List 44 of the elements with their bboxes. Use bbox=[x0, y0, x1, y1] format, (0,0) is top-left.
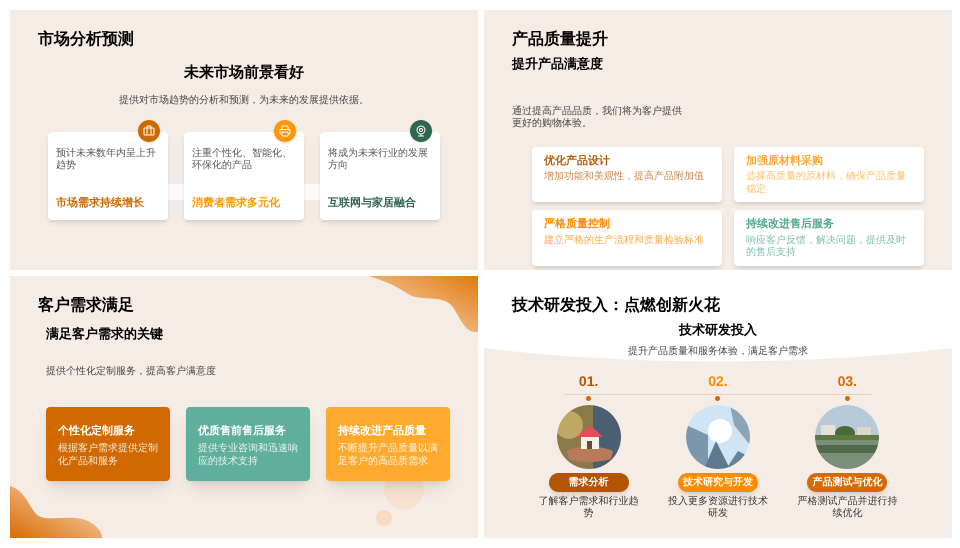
card-description: 建立严格的生产流程和质量检验标准 bbox=[544, 234, 705, 247]
card-description: 预计未来数年内呈上升趋势 bbox=[56, 148, 157, 172]
briefcase-icon bbox=[143, 124, 155, 136]
card-title: 加强原材料采购 bbox=[746, 154, 824, 168]
slide-heading: 满足客户需求的关键 bbox=[46, 325, 164, 343]
step-description: 严格测试产品并进行持续优化 bbox=[797, 496, 898, 520]
step-number: 02. bbox=[708, 372, 728, 390]
card-title: 个性化定制服务 bbox=[58, 424, 136, 438]
step-number: 01. bbox=[578, 372, 598, 390]
step-label: 产品测试与优化 bbox=[807, 472, 888, 492]
slide-subtitle: 提供对市场趋势的分析和预测，为未来的发展提供依据。 bbox=[119, 94, 369, 108]
step-number: 03. bbox=[838, 372, 858, 390]
card-title: 持续改进产品质量 bbox=[338, 424, 427, 438]
card-label: 互联网与家居融合 bbox=[328, 196, 417, 211]
card-title: 优化产品设计 bbox=[544, 154, 611, 168]
slide-subtitle: 提升产品质量和服务体验，满足客户需求 bbox=[628, 344, 808, 358]
card-label: 消费者需求多元化 bbox=[192, 196, 281, 211]
step-label: 技术研究与开发 bbox=[678, 472, 758, 492]
card-description: 将成为未来行业的发展方向 bbox=[328, 148, 429, 172]
step-description: 了解客户需求和行业趋势 bbox=[538, 496, 639, 520]
card-title: 优质售前售后服务 bbox=[198, 424, 287, 438]
card-label: 市场需求持续增长 bbox=[56, 196, 145, 211]
step-label: 需求分析 bbox=[548, 472, 629, 492]
card-title: 持续改进售后服务 bbox=[746, 216, 835, 232]
card-description: 响应客户反馈，解决问题，提供及时的售后支持 bbox=[746, 234, 907, 260]
slide-heading: 未来市场前景看好 bbox=[184, 63, 304, 83]
slide-title: 市场分析预测 bbox=[38, 30, 135, 50]
card-title: 严格质量控制 bbox=[544, 216, 611, 232]
card-description: 选择高质量的原材料，确保产品质量稳定 bbox=[746, 171, 907, 196]
slide-heading: 技术研发投入 bbox=[679, 321, 757, 339]
card-description: 注重个性化、智能化、环保化的产品 bbox=[192, 148, 293, 172]
card-description: 提供专业咨询和迅速响应的技术支持 bbox=[198, 443, 298, 468]
slide-heading: 提升产品满意度 bbox=[512, 55, 604, 73]
slide-intro: 通过提高产品品质，我们将为客户提供更好的购物体验。 bbox=[512, 106, 682, 130]
slide-title: 产品质量提升 bbox=[512, 30, 609, 50]
step-description: 投入更多资源进行技术研发 bbox=[668, 496, 768, 520]
card-description: 根据客户需求提供定制化产品和服务 bbox=[58, 443, 158, 468]
webcam-icon bbox=[415, 124, 427, 136]
card-description: 不断提升产品质量以满足客户的高品质需求 bbox=[338, 443, 438, 468]
card-description: 增加功能和美观性，提高产品附加值 bbox=[544, 171, 705, 184]
slide-title: 技术研发投入：点燃创新火花 bbox=[512, 296, 721, 316]
slide-title: 客户需求满足 bbox=[38, 296, 135, 316]
slide-intro: 提供个性化定制服务，提高客户满意度 bbox=[46, 364, 217, 378]
printer-icon bbox=[279, 124, 291, 136]
